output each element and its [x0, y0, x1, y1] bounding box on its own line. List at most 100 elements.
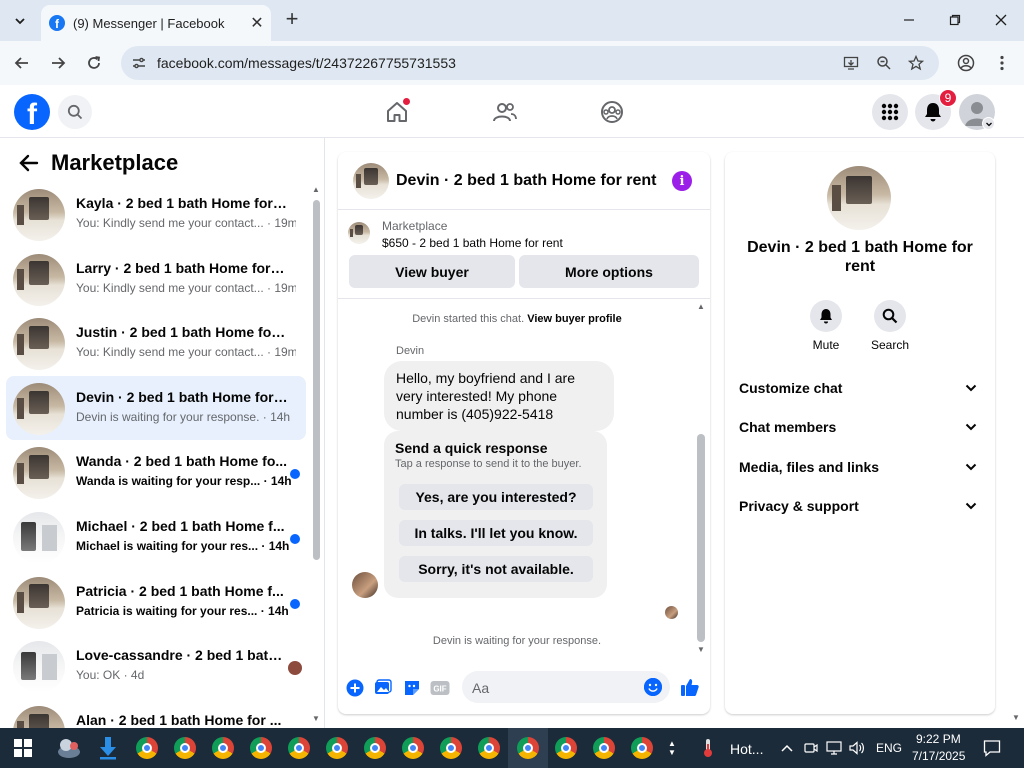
conversation-preview: You: Kindly send me your contact... · 19… [76, 280, 296, 295]
chat-title[interactable]: Devin · 2 bed 1 bath Home for rent [396, 172, 656, 190]
friends-icon[interactable] [490, 97, 520, 127]
network-icon[interactable] [826, 740, 842, 756]
conversation-item-active[interactable]: Devin · 2 bed 1 bath Home for r... Devin… [6, 375, 306, 441]
tray-chevron-up-icon[interactable] [779, 740, 795, 756]
chrome-icon[interactable] [590, 734, 618, 762]
browser-tab[interactable]: f (9) Messenger | Facebook ✕ [41, 5, 271, 41]
back-arrow-icon[interactable] [17, 151, 41, 175]
marketplace-title: Marketplace [51, 150, 179, 175]
browser-menu-icon[interactable] [990, 51, 1014, 75]
mute-button[interactable]: Mute [791, 300, 861, 352]
home-icon[interactable] [382, 97, 412, 127]
info-icon[interactable]: i [672, 171, 692, 191]
conversation-item[interactable]: Larry · 2 bed 1 bath Home for rent You: … [6, 247, 306, 312]
scroll-up-arrow-icon[interactable]: ▲ [697, 302, 705, 311]
chrome-icon[interactable] [323, 734, 351, 762]
tab-close-icon[interactable]: ✕ [247, 13, 267, 33]
conversation-item[interactable]: Alan · 2 bed 1 bath Home for ... [6, 699, 306, 728]
install-app-icon[interactable] [841, 53, 861, 73]
page-scroll-down-arrow-icon[interactable]: ▼ [1012, 713, 1020, 722]
media-files-links-section[interactable]: Media, files and links [739, 455, 981, 479]
chat-avatar[interactable] [353, 163, 389, 199]
account-chevron-down-icon[interactable] [982, 117, 995, 130]
privacy-support-section[interactable]: Privacy & support [739, 494, 981, 518]
view-buyer-profile-link[interactable]: View buyer profile [527, 313, 622, 325]
chrome-icon[interactable] [133, 734, 161, 762]
close-window-icon[interactable] [989, 8, 1013, 32]
scroll-down-arrow-icon[interactable]: ▼ [312, 714, 320, 723]
clock-time[interactable]: 9:22 PM [916, 732, 961, 746]
taskbar-scroll-icon[interactable]: ▲ ▼ [664, 734, 680, 762]
quick-response-button[interactable]: Sorry, it's not available. [399, 556, 593, 582]
address-bar[interactable]: facebook.com/messages/t/2437226775573155… [121, 46, 939, 80]
conversation-item[interactable]: Wanda · 2 bed 1 bath Home fo... Wanda is… [6, 440, 306, 505]
facebook-search-icon[interactable] [58, 95, 92, 129]
chrome-icon[interactable] [209, 734, 237, 762]
windows-start-icon[interactable] [14, 739, 32, 757]
chrome-icon[interactable] [361, 734, 389, 762]
conversation-name: Larry · 2 bed 1 bath Home for rent [76, 259, 288, 276]
chrome-icon[interactable] [247, 734, 275, 762]
site-info-icon[interactable] [129, 53, 149, 73]
bookmark-star-icon[interactable] [906, 53, 926, 73]
groups-icon[interactable] [597, 97, 627, 127]
notification-center-icon[interactable] [983, 739, 1001, 757]
download-arrow-icon[interactable] [94, 734, 122, 762]
app-icon[interactable] [55, 734, 83, 762]
minimize-icon[interactable] [897, 8, 921, 32]
menu-grid-icon[interactable] [872, 94, 908, 130]
conversation-item[interactable]: Justin · 2 bed 1 bath Home for r... You:… [6, 311, 306, 376]
notifications-bell-icon[interactable]: 9 [915, 89, 957, 130]
restore-icon[interactable] [943, 8, 967, 32]
quick-response-button[interactable]: Yes, are you interested? [399, 484, 593, 510]
plus-circle-icon[interactable] [345, 678, 365, 698]
new-tab-plus-icon[interactable]: + [281, 8, 303, 31]
conversation-avatar[interactable] [827, 166, 891, 230]
chrome-icon[interactable] [285, 734, 313, 762]
conversation-item[interactable]: Kayla · 2 bed 1 bath Home for re... You:… [6, 182, 306, 247]
profile-icon[interactable] [954, 51, 978, 75]
scroll-down-arrow-icon[interactable]: ▼ [697, 645, 705, 654]
weather-text[interactable]: Hot... [730, 741, 763, 757]
chrome-icon[interactable] [514, 734, 542, 762]
chrome-icon[interactable] [552, 734, 580, 762]
search-button[interactable]: Search [855, 300, 925, 352]
quick-response-button[interactable]: In talks. I'll let you know. [399, 520, 593, 546]
reload-icon[interactable] [82, 51, 106, 75]
chrome-icon[interactable] [628, 734, 656, 762]
sticker-icon[interactable] [402, 678, 422, 698]
customize-chat-section[interactable]: Customize chat [739, 376, 981, 400]
section-label: Privacy & support [739, 498, 859, 514]
chrome-icon[interactable] [399, 734, 427, 762]
facebook-logo-icon[interactable]: f [14, 94, 50, 130]
conversation-item[interactable]: Love-cassandre · 2 bed 1 bath... You: OK… [6, 634, 306, 699]
emoji-icon[interactable] [644, 678, 662, 696]
chrome-icon[interactable] [171, 734, 199, 762]
conversation-item[interactable]: Michael · 2 bed 1 bath Home f... Michael… [6, 505, 306, 570]
conversation-scrollbar[interactable] [313, 200, 320, 560]
listing-thumbnail [13, 382, 65, 435]
tab-search-chevron-icon[interactable] [8, 9, 32, 33]
view-buyer-button[interactable]: View buyer [349, 255, 515, 288]
back-arrow-icon[interactable] [10, 51, 34, 75]
chrome-icon[interactable] [475, 734, 503, 762]
zoom-icon[interactable] [874, 53, 894, 73]
listing-thumbnail [13, 189, 65, 241]
chrome-icon[interactable] [437, 734, 465, 762]
sender-avatar[interactable] [352, 572, 378, 598]
conversation-item[interactable]: Patricia · 2 bed 1 bath Home f... Patric… [6, 570, 306, 635]
message-input[interactable]: Aa [462, 671, 670, 703]
forward-arrow-icon[interactable] [46, 51, 70, 75]
photo-icon[interactable] [373, 678, 393, 698]
chat-scrollbar[interactable] [697, 434, 705, 642]
meet-now-icon[interactable] [803, 740, 819, 756]
gif-icon[interactable]: GIF [430, 678, 450, 698]
clock-date[interactable]: 7/17/2025 [912, 749, 965, 763]
listing-price-title[interactable]: $650 - 2 bed 1 bath Home for rent [382, 236, 563, 250]
input-language[interactable]: ENG [876, 741, 902, 755]
chat-members-section[interactable]: Chat members [739, 415, 981, 439]
scroll-up-arrow-icon[interactable]: ▲ [312, 185, 320, 194]
volume-icon[interactable] [849, 740, 865, 756]
more-options-button[interactable]: More options [519, 255, 699, 288]
thumbs-up-icon[interactable] [679, 676, 701, 698]
